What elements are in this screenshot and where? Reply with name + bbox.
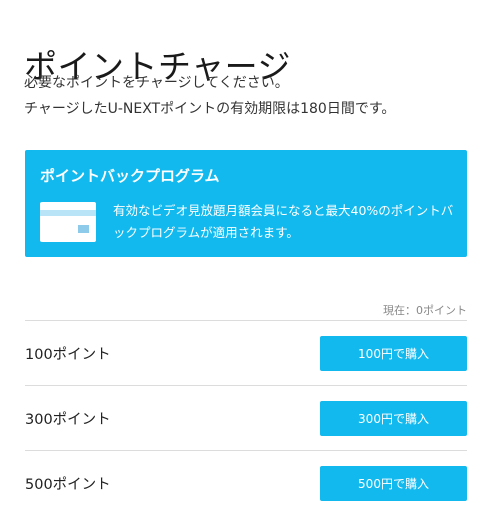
charge-option-label: 500ポイント <box>25 476 111 493</box>
buy-100-button[interactable]: 100円で購入 <box>320 335 467 371</box>
charge-option-300: 300ポイント 300円で購入 <box>25 385 467 450</box>
current-points-balance: 現在：0ポイント <box>383 304 467 317</box>
buy-500-button[interactable]: 500円で購入 <box>320 465 467 501</box>
charge-option-500: 500ポイント 500円で購入 <box>25 450 467 515</box>
promo-text: 有効なビデオ見放題月額会員になると最大40%のポイントバックプログラムが適用され… <box>113 203 454 240</box>
credit-card-icon <box>40 202 96 242</box>
card-stripe <box>40 210 96 216</box>
promo-title: ポイントバックプログラム <box>40 167 220 185</box>
point-back-program-banner: ポイントバックプログラム 有効なビデオ見放題月額会員になると最大40%のポイント… <box>25 150 467 257</box>
charge-option-100: 100ポイント 100円で購入 <box>25 320 467 385</box>
charge-option-label: 300ポイント <box>25 411 111 428</box>
charge-option-label: 100ポイント <box>25 346 111 363</box>
description-line-2: チャージしたU-NEXTポイントの有効期限は180日間です。 <box>24 101 396 117</box>
description-line-1: 必要なポイントをチャージしてください。 <box>24 75 289 91</box>
charge-options-list: 100ポイント 100円で購入 300ポイント 300円で購入 500ポイント … <box>25 320 467 515</box>
card-chip <box>78 225 89 233</box>
buy-300-button[interactable]: 300円で購入 <box>320 400 467 436</box>
page-description: 必要なポイントをチャージしてください。 チャージしたU-NEXTポイントの有効期… <box>24 70 395 122</box>
